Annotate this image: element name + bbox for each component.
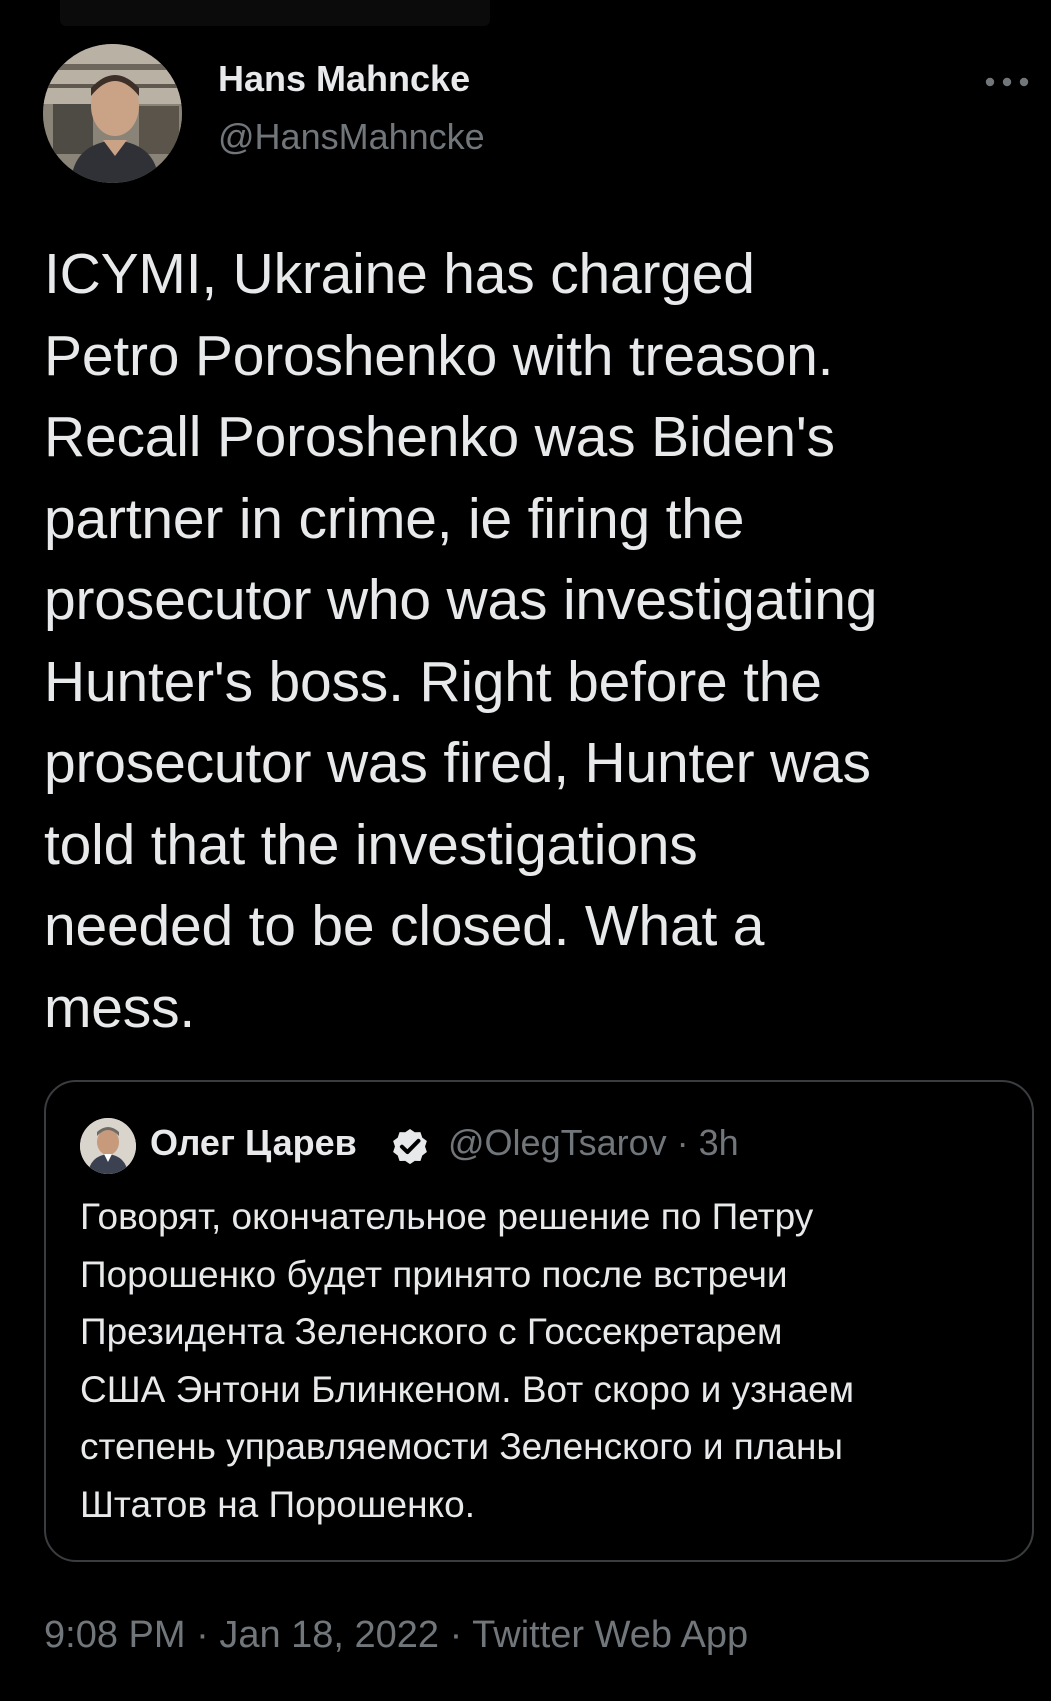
quoted-tweet-meta: @OlegTsarov · 3h <box>448 1122 739 1164</box>
quoted-author-name[interactable]: Олег Царев <box>150 1122 357 1164</box>
quoted-tweet-text: Говорят, окончательное решение по Петру … <box>80 1196 855 1525</box>
author-avatar-image <box>43 44 182 183</box>
tweet-timestamp-row: 9:08 PM · Jan 18, 2022 · Twitter Web App <box>44 1614 748 1657</box>
verified-badge-icon <box>388 1124 432 1168</box>
quoted-tweet-age[interactable]: 3h <box>699 1122 739 1163</box>
author-name[interactable]: Hans Mahncke <box>218 58 470 100</box>
top-edge-shadow <box>60 0 490 26</box>
footer-separator: · <box>196 1614 209 1656</box>
author-avatar[interactable] <box>43 44 182 183</box>
tweet-text: ICYMI, Ukraine has charged Petro Poroshe… <box>44 242 878 1040</box>
meta-separator: · <box>676 1122 689 1163</box>
footer-separator: · <box>449 1614 463 1656</box>
more-horizontal-icon <box>985 77 1029 87</box>
tweet-source[interactable]: Twitter Web App <box>472 1614 748 1656</box>
quoted-tweet-card[interactable]: Олег Царев @OlegTsarov · 3h Говорят, око… <box>44 1080 1034 1562</box>
tweet-time[interactable]: 9:08 PM <box>44 1614 186 1656</box>
author-handle[interactable]: @HansMahncke <box>218 116 485 158</box>
more-options-button[interactable] <box>984 70 1030 94</box>
quoted-author-handle[interactable]: @OlegTsarov <box>448 1122 667 1163</box>
tweet-date[interactable]: Jan 18, 2022 <box>219 1614 439 1656</box>
quoted-author-avatar[interactable] <box>80 1118 136 1174</box>
quoted-author-avatar-image <box>80 1118 136 1174</box>
